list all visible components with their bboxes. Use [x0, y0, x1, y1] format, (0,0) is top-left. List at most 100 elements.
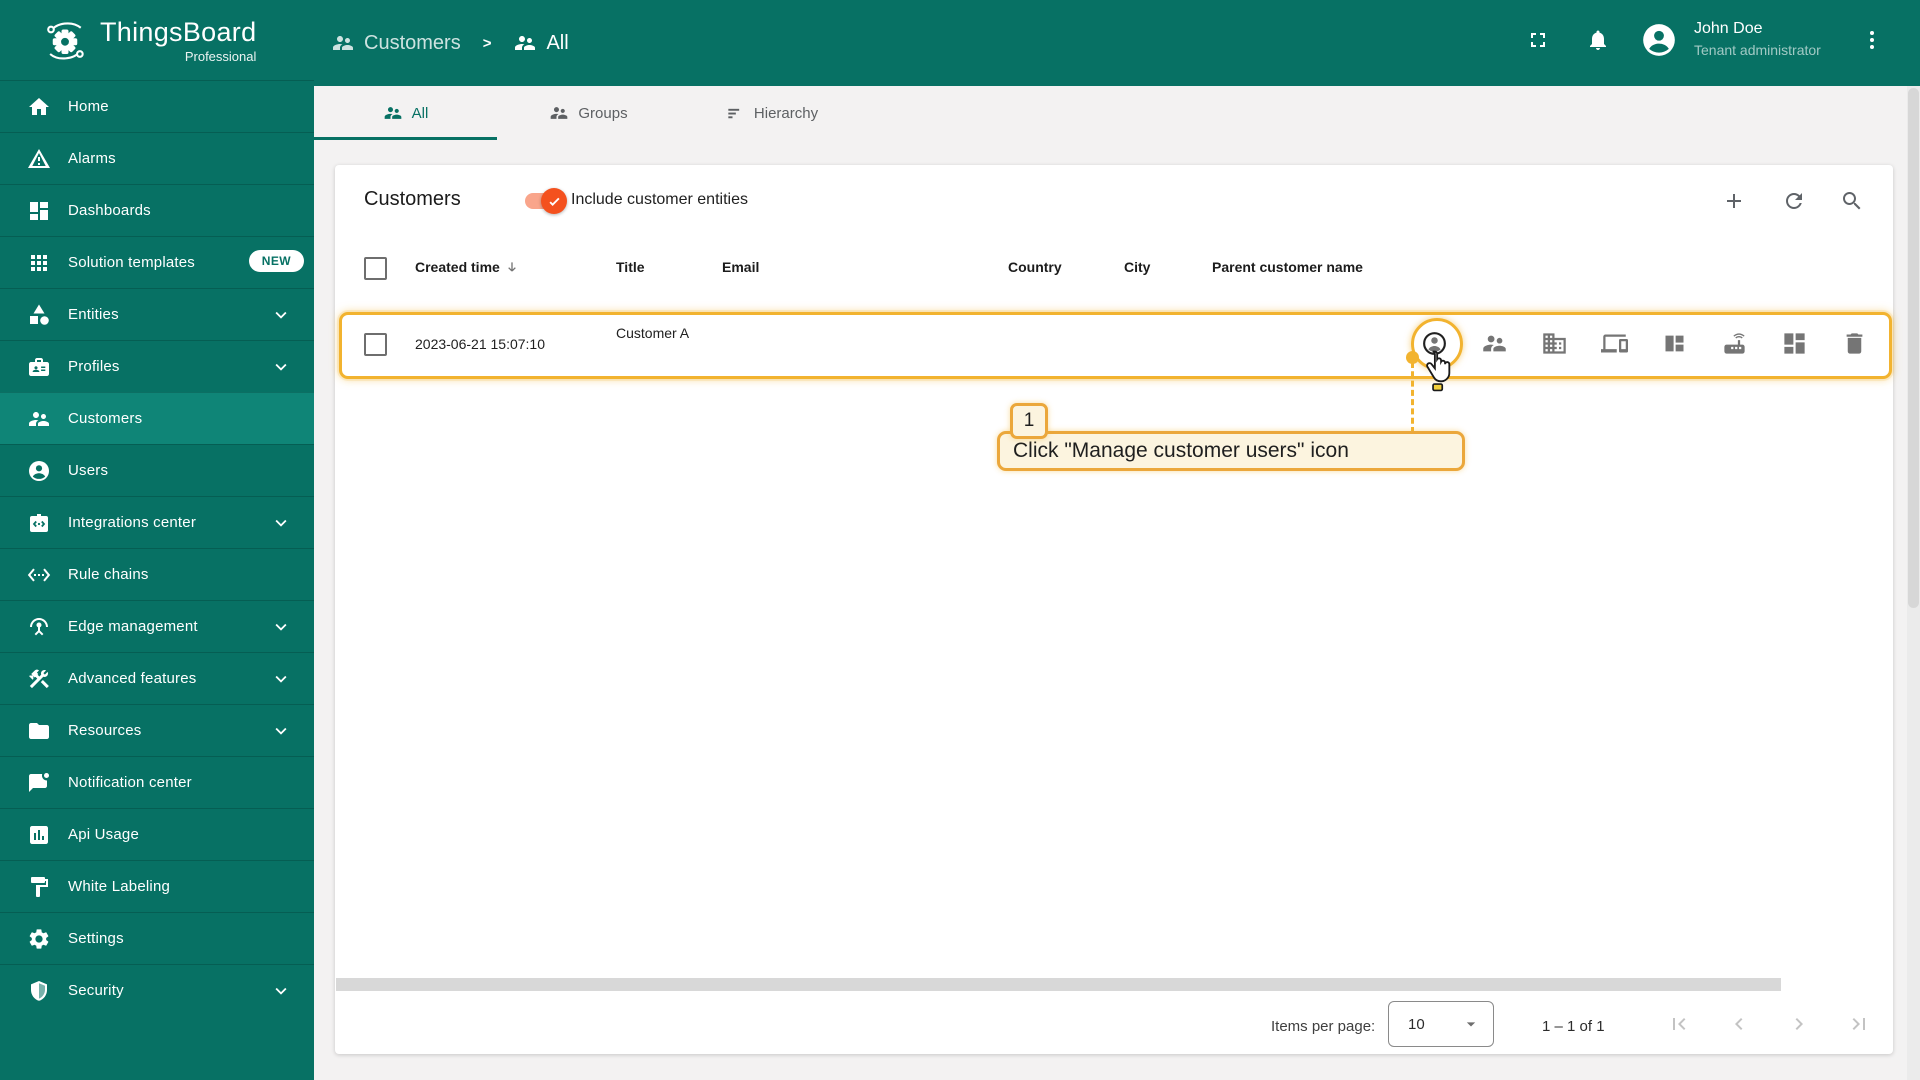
sidebar-item-resources[interactable]: Resources	[0, 704, 314, 756]
page-title: Customers	[364, 188, 461, 210]
cell-created-time: 2023-06-21 15:07:10	[415, 336, 545, 352]
tab-hierarchy[interactable]: Hierarchy	[680, 86, 863, 140]
items-per-page-label: Items per page:	[1271, 1018, 1376, 1035]
sidebar-item-security[interactable]: Security	[0, 964, 314, 1016]
new-badge: NEW	[248, 250, 304, 272]
sidebar-item-edge-management[interactable]: Edge management	[0, 600, 314, 652]
sidebar-item-profiles[interactable]: Profiles	[0, 340, 314, 392]
add-icon[interactable]	[1722, 189, 1746, 213]
tab-groups[interactable]: Groups	[497, 86, 680, 140]
toggle-label: Include customer entities	[571, 191, 748, 208]
vertical-scrollbar[interactable]	[1907, 86, 1920, 1080]
page-range-label: 1 – 1 of 1	[1542, 1018, 1605, 1035]
manage-customer-dashboards-icon[interactable]	[1781, 330, 1808, 357]
sidebar-item-integrations-center[interactable]: Integrations center	[0, 496, 314, 548]
annotation-connector-dot	[1406, 351, 1419, 364]
manage-customer-assets-icon[interactable]	[1541, 330, 1568, 357]
column-country[interactable]: Country	[1008, 259, 1062, 275]
column-title[interactable]: Title	[616, 259, 645, 275]
kebab-menu-icon[interactable]	[1860, 28, 1884, 52]
row-checkbox[interactable]	[364, 333, 387, 356]
sidebar-item-api-usage[interactable]: Api Usage	[0, 808, 314, 860]
people-icon	[383, 103, 403, 123]
user-role: Tenant administrator	[1694, 42, 1821, 58]
last-page-icon[interactable]	[1847, 1012, 1871, 1036]
delete-icon[interactable]	[1841, 330, 1868, 357]
column-email[interactable]: Email	[722, 259, 759, 275]
people-icon	[331, 31, 355, 55]
chevron-down-icon	[270, 720, 292, 742]
sidebar-item-customers[interactable]: Customers	[0, 392, 314, 444]
next-page-icon[interactable]	[1787, 1012, 1811, 1036]
home-icon	[27, 95, 51, 119]
chat-dot-icon	[27, 771, 51, 795]
sort-desc-icon	[507, 262, 516, 272]
tab-bar: All Groups Hierarchy	[314, 86, 863, 140]
horizontal-scrollbar[interactable]	[336, 978, 1781, 991]
folder-icon	[27, 719, 51, 743]
column-city[interactable]: City	[1124, 259, 1150, 275]
ethernet-icon	[27, 563, 51, 587]
sidebar-item-alarms[interactable]: Alarms	[0, 132, 314, 184]
chevron-down-icon	[270, 668, 292, 690]
vertical-scrollbar-thumb[interactable]	[1908, 88, 1919, 608]
select-all-checkbox[interactable]	[364, 257, 387, 280]
user-name[interactable]: John Doe	[1694, 20, 1763, 38]
chart-icon	[27, 823, 51, 847]
manage-customer-dashboard-groups-icon[interactable]	[1661, 330, 1688, 357]
refresh-icon[interactable]	[1782, 189, 1806, 213]
sidebar-item-white-labeling[interactable]: White Labeling	[0, 860, 314, 912]
paginator: Items per page: 10 1 – 1 of 1	[335, 1001, 1893, 1054]
thingsboard-logo-icon	[47, 22, 84, 60]
fullscreen-icon[interactable]	[1526, 28, 1550, 52]
breadcrumb: Customers > All	[331, 0, 569, 86]
annotation-step-number: 1	[1010, 403, 1048, 439]
antenna-icon	[27, 615, 51, 639]
breadcrumb-customers[interactable]: Customers	[364, 32, 461, 55]
warning-icon	[27, 147, 51, 171]
sidebar-item-home[interactable]: Home	[0, 80, 314, 132]
toggle-thumb	[541, 188, 567, 214]
table-header: Created time Title Email Country City Pa…	[335, 255, 1893, 300]
sidebar-item-settings[interactable]: Settings	[0, 912, 314, 964]
manage-customer-devices-icon[interactable]	[1601, 330, 1628, 357]
annotation-connector-line	[1411, 362, 1414, 433]
sidebar-item-advanced-features[interactable]: Advanced features	[0, 652, 314, 704]
previous-page-icon[interactable]	[1727, 1012, 1751, 1036]
cursor-pointer-icon	[1421, 349, 1455, 395]
gear-icon	[27, 927, 51, 951]
bell-icon[interactable]	[1586, 28, 1610, 52]
cell-title: Customer A	[616, 325, 690, 341]
dashboard-icon	[27, 199, 51, 223]
app-name: ThingsBoard	[100, 17, 257, 47]
tab-all[interactable]: All	[314, 86, 497, 140]
manage-customer-user-groups-icon[interactable]	[1481, 330, 1508, 357]
sidebar-item-notification-center[interactable]: Notification center	[0, 756, 314, 808]
caret-down-icon	[1461, 1014, 1481, 1034]
paginator-nav	[1667, 1012, 1871, 1036]
breadcrumb-all: All	[546, 31, 569, 54]
logo[interactable]: ThingsBoard Professional	[44, 16, 256, 64]
sidebar-item-solution-templates[interactable]: Solution templates NEW	[0, 236, 314, 288]
column-created-time[interactable]: Created time	[415, 259, 520, 275]
chevron-down-icon	[270, 304, 292, 326]
sidebar-item-users[interactable]: Users	[0, 444, 314, 496]
first-page-icon[interactable]	[1667, 1012, 1691, 1036]
row-actions	[1421, 330, 1868, 357]
search-icon[interactable]	[1840, 189, 1864, 213]
sidebar-item-entities[interactable]: Entities	[0, 288, 314, 340]
items-per-page-select[interactable]: 10	[1388, 1001, 1494, 1047]
sidebar-item-dashboards[interactable]: Dashboards	[0, 184, 314, 236]
app-edition: Professional	[184, 49, 257, 64]
column-parent-customer-name[interactable]: Parent customer name	[1212, 259, 1363, 275]
manage-customer-edges-icon[interactable]	[1721, 330, 1748, 357]
hierarchy-icon	[725, 103, 745, 123]
sidebar-menu: Home Alarms Dashboards Solution template…	[0, 80, 314, 1016]
include-customer-entities-toggle[interactable]	[525, 188, 567, 214]
chevron-down-icon	[270, 616, 292, 638]
customers-card: Customers Include customer entities Crea…	[335, 165, 1893, 1054]
avatar[interactable]	[1640, 21, 1678, 59]
chevron-down-icon	[270, 512, 292, 534]
sidebar-item-rule-chains[interactable]: Rule chains	[0, 548, 314, 600]
integration-icon	[27, 511, 51, 535]
